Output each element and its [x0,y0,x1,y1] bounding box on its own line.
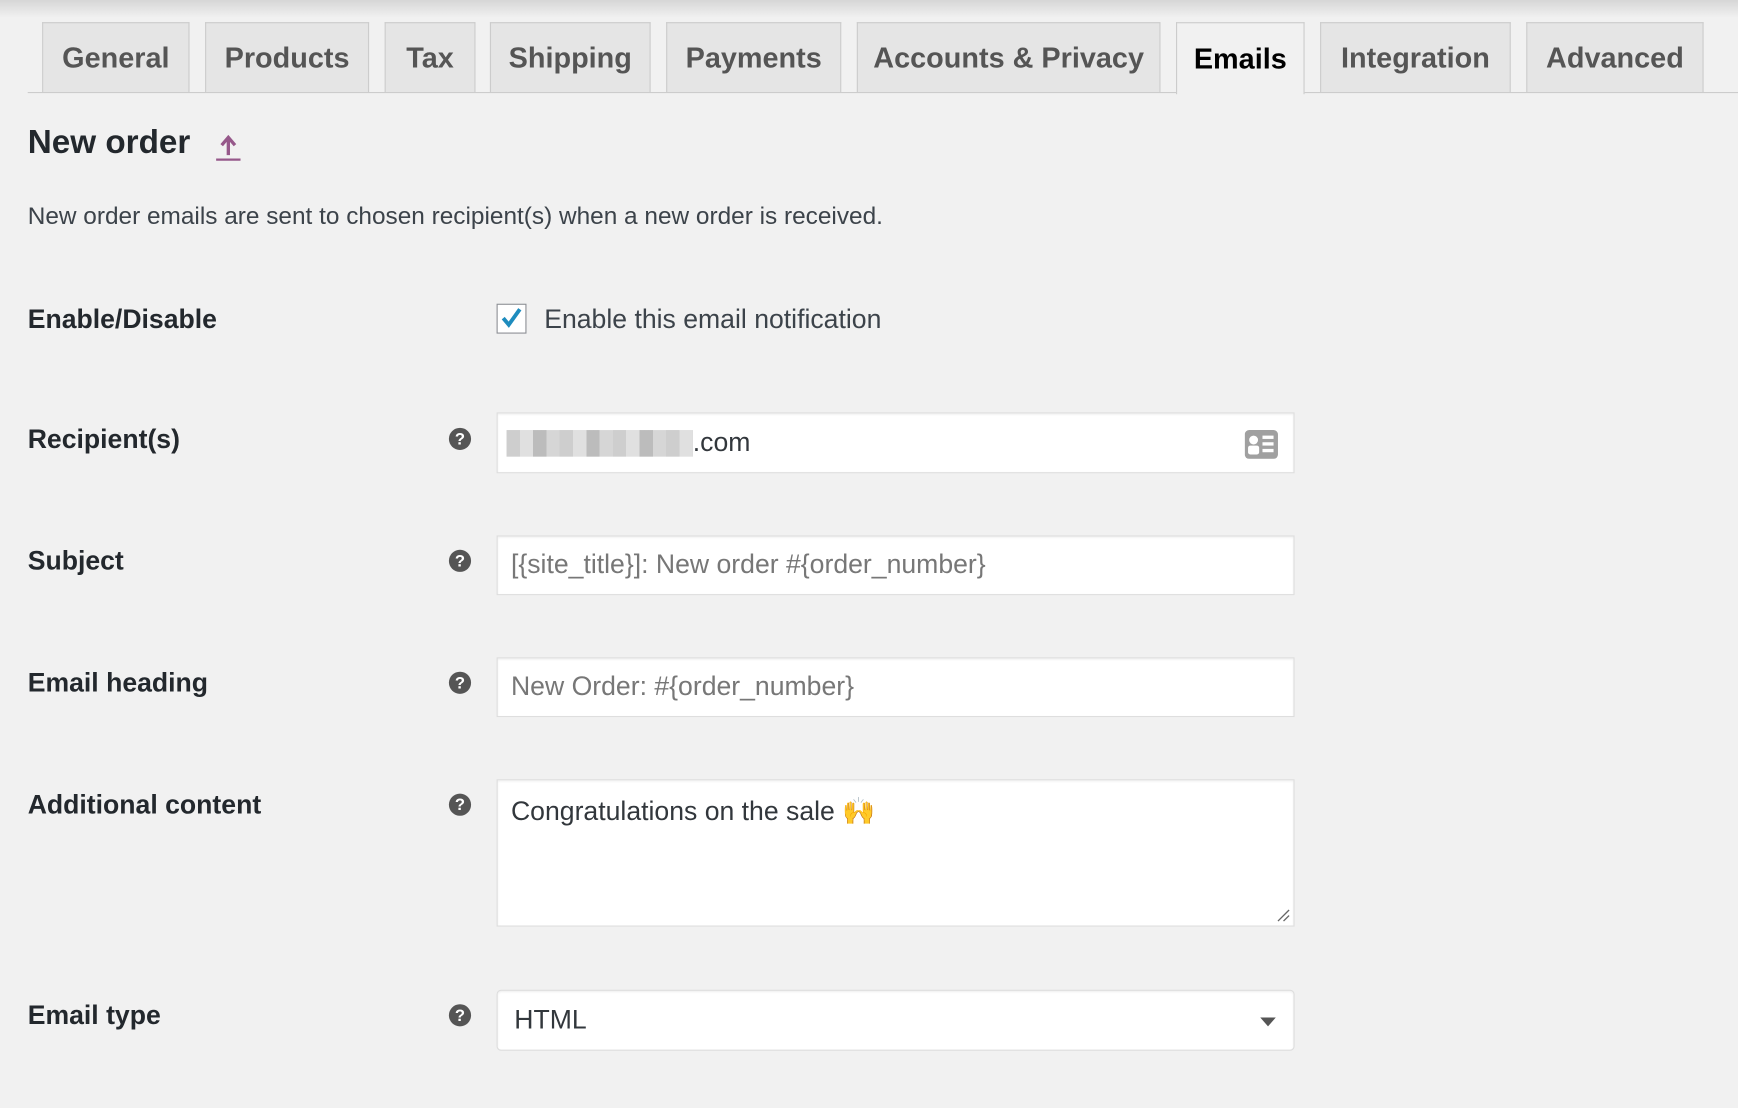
email-heading-input[interactable]: New Order: #{order_number} [496,657,1295,718]
label-subject: Subject [27,546,124,577]
help-icon[interactable]: ? [448,1004,472,1027]
resize-handle-icon[interactable] [1275,907,1291,923]
tab-advanced[interactable]: Advanced [1526,22,1704,92]
help-icon[interactable]: ? [448,793,472,816]
page-title: New order [27,124,191,161]
tab-general[interactable]: General [42,22,190,92]
chevron-down-icon [1260,1017,1276,1027]
label-additional-content: Additional content [27,790,262,821]
help-icon[interactable]: ? [448,671,472,694]
contact-card-icon[interactable] [1244,430,1278,459]
additional-content-value: Congratulations on the sale 🙌 [510,796,876,827]
up-arrow-icon[interactable] [215,131,242,162]
tab-divider [27,91,1738,94]
email-settings-page: General Products Tax Shipping Payments A… [0,0,1738,1108]
label-email-type: Email type [27,1000,161,1031]
label-enable-disable: Enable/Disable [27,304,217,335]
help-icon[interactable]: ? [448,427,472,451]
additional-content-textarea[interactable]: Congratulations on the sale 🙌 [496,779,1295,927]
recipients-value: .com [692,427,751,458]
email-heading-placeholder: New Order: #{order_number} [510,671,855,702]
enable-notification-label[interactable]: Enable this email notification [544,305,881,336]
enable-notification-checkbox[interactable] [496,303,527,334]
tab-products[interactable]: Products [205,22,370,92]
email-type-select[interactable]: HTML [496,989,1295,1051]
tab-emails[interactable]: Emails [1176,22,1305,95]
redacted-email [506,429,693,457]
tab-payments[interactable]: Payments [666,22,842,92]
help-icon[interactable]: ? [448,549,472,572]
recipients-input[interactable]: .com [496,412,1295,474]
tab-accounts-privacy[interactable]: Accounts & Privacy [856,22,1161,92]
subject-placeholder: [{site_title}]: New order #{order_number… [510,549,986,580]
tab-integration[interactable]: Integration [1320,22,1511,92]
section-description: New order emails are sent to chosen reci… [27,201,883,230]
label-email-heading: Email heading [27,668,209,699]
tab-shipping[interactable]: Shipping [489,22,651,92]
tab-tax[interactable]: Tax [384,22,476,92]
email-type-value: HTML [514,1004,587,1035]
top-shadow [0,0,1738,18]
label-recipients: Recipient(s) [27,424,180,455]
subject-input[interactable]: [{site_title}]: New order #{order_number… [496,535,1295,596]
checkmark-icon [501,308,522,328]
